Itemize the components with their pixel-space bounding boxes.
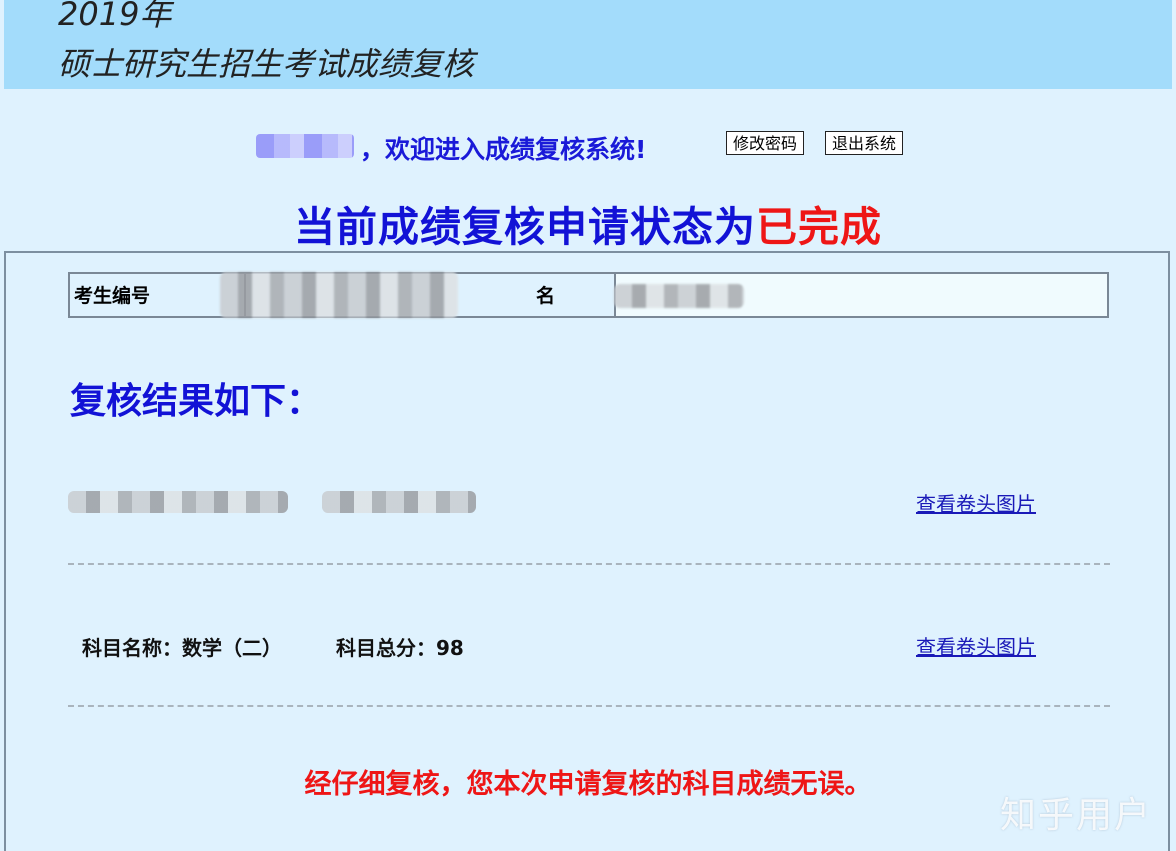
view-answer-sheet-link-1[interactable]: 查看卷头图片: [916, 488, 1036, 517]
header-title: 硕士研究生招生考试成绩复核: [58, 45, 475, 83]
change-password-button[interactable]: 修改密码: [726, 131, 805, 155]
watermark: 知乎用户: [1000, 795, 1153, 836]
redacted-subject-name: [68, 491, 288, 513]
header-year: 2019年: [58, 0, 172, 33]
page-header: 2019年 硕士研究生招生考试成绩复核: [4, 0, 1172, 89]
result-heading: 复核结果如下：: [70, 381, 323, 422]
candidate-info-row: 考生编号 名: [68, 272, 1109, 318]
subject-name: 科目名称：数学（二）: [82, 636, 282, 660]
redacted-subject-score: [322, 491, 476, 513]
welcome-message: ，欢迎进入成绩复核系统!: [360, 135, 647, 164]
status-prefix: 当前成绩复核申请状态为: [294, 203, 756, 251]
redacted-candidate-id: [220, 272, 458, 318]
view-answer-sheet-link-2[interactable]: 查看卷头图片: [916, 631, 1036, 660]
logout-button[interactable]: 退出系统: [825, 131, 904, 155]
candidate-name-label: 名: [536, 285, 556, 307]
status-value: 已完成: [756, 203, 882, 251]
divider-1: [68, 563, 1110, 565]
review-status: 当前成绩复核申请状态为已完成: [0, 193, 1176, 253]
welcome-bar: ，欢迎进入成绩复核系统! 修改密码 退出系统: [0, 128, 1176, 164]
result-panel: [4, 251, 1170, 851]
divider-2: [68, 705, 1110, 707]
redacted-username: [256, 134, 354, 158]
subject-score: 科目总分：98: [336, 636, 464, 660]
redacted-candidate-name: [614, 284, 744, 308]
